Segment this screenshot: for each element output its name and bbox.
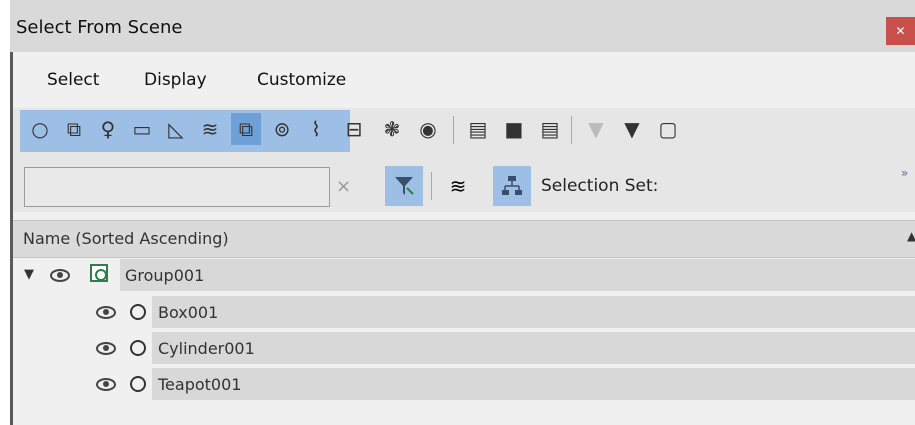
filter-funnel-icon [395,177,414,195]
menu-select[interactable]: Select [47,70,99,90]
geometry-icon [130,376,146,392]
filter-off-button[interactable]: ▼ [581,113,611,145]
more-icon[interactable]: » [901,166,908,180]
eye-icon[interactable] [96,342,116,355]
space-warps-filter-button[interactable]: ≋ [195,113,225,145]
close-button[interactable]: ✕ [886,17,915,45]
sort-ascending-icon: ▲ [907,229,915,243]
geometry-icon [130,304,146,320]
find-case-sensitive-button[interactable] [385,166,423,206]
bones-icon: ⌇ [311,117,321,141]
layers-icon: ≋ [449,174,467,198]
selection-set-label: Selection Set: [541,176,659,196]
geometry-filter-button[interactable]: ○ [25,113,55,145]
toolbar: ○ ⧉ ♀ ▭ ◺ ≋ ⧉ ⊚ ⌇ ⊟ ❃ ◉ ▤ ■ ▤ ▼ ▼ ▢ × ≋ … [13,108,915,212]
helpers-icon: ◺ [168,117,184,141]
cameras-filter-button[interactable]: ▭ [127,113,157,145]
clear-search-icon[interactable]: × [336,176,351,197]
toolbar-separator [453,116,454,144]
display-none-button[interactable]: ■ [499,113,529,145]
lock-icon: ▢ [658,117,678,141]
invert-display-button[interactable]: ▤ [535,113,565,145]
groups-filter-button[interactable]: ⧉ [231,113,261,145]
cameras-icon: ▭ [132,117,152,141]
document-icon: ▤ [540,117,560,141]
hierarchy-icon [502,176,522,195]
lights-filter-button[interactable]: ♀ [93,113,123,145]
hierarchy-button[interactable] [493,166,531,206]
hidden-filter-button[interactable]: ◉ [413,113,443,145]
list-item-group001[interactable] [120,259,915,291]
space-warps-icon: ≋ [201,117,219,141]
title-bar: Select From Scene ✕ [10,0,915,52]
group-icon [90,264,108,282]
eye-icon[interactable] [96,378,116,391]
frozen-icon: ❃ [383,117,401,141]
select-from-scene-window: Select From Scene ✕ Select Display Custo… [10,0,915,425]
row-label-teapot001[interactable]: Teapot001 [158,375,241,394]
shapes-filter-button[interactable]: ⧉ [59,113,89,145]
filled-square-icon: ■ [504,117,524,141]
eye-icon: ◉ [419,117,437,141]
menu-bar: Select Display Customize [13,60,915,100]
lock-button[interactable]: ▢ [653,113,683,145]
list-icon: ▤ [468,117,488,141]
filter-disabled-icon: ▼ [588,117,604,141]
search-input[interactable] [24,167,330,207]
xrefs-icon: ⊚ [273,117,291,141]
eye-icon[interactable] [96,306,116,319]
frozen-filter-button[interactable]: ❃ [377,113,407,145]
filter-button[interactable]: ▼ [617,113,647,145]
toolbar-separator [431,172,432,200]
filter-icon: ▼ [624,117,640,141]
window-title: Select From Scene [16,17,183,38]
display-all-button[interactable]: ▤ [463,113,493,145]
expand-triangle-icon[interactable]: ▼ [24,267,34,282]
row-label-box001[interactable]: Box001 [158,303,218,322]
row-label-group001[interactable]: Group001 [125,266,204,285]
helpers-filter-button[interactable]: ◺ [161,113,191,145]
bones-filter-button[interactable]: ⌇ [301,113,331,145]
list-item-cylinder001[interactable] [152,332,915,364]
list-item-box001[interactable] [152,296,915,328]
shapes-icon: ⧉ [66,117,82,141]
geometry-icon: ○ [31,117,49,141]
column-header[interactable]: Name (Sorted Ascending) ▲ [13,220,915,258]
list-item-teapot001[interactable] [152,368,915,400]
layers-button[interactable]: ≋ [439,166,477,206]
toolbar-separator [571,116,572,144]
containers-filter-button[interactable]: ⊟ [339,113,369,145]
groups-icon: ⧉ [238,117,254,141]
name-column-header[interactable]: Name (Sorted Ascending) [23,229,229,248]
row-label-cylinder001[interactable]: Cylinder001 [158,339,255,358]
menu-display[interactable]: Display [144,70,207,90]
xrefs-filter-button[interactable]: ⊚ [267,113,297,145]
lights-icon: ♀ [100,117,116,141]
containers-icon: ⊟ [345,117,363,141]
menu-customize[interactable]: Customize [257,70,346,90]
eye-icon[interactable] [50,269,70,282]
geometry-icon [130,340,146,356]
